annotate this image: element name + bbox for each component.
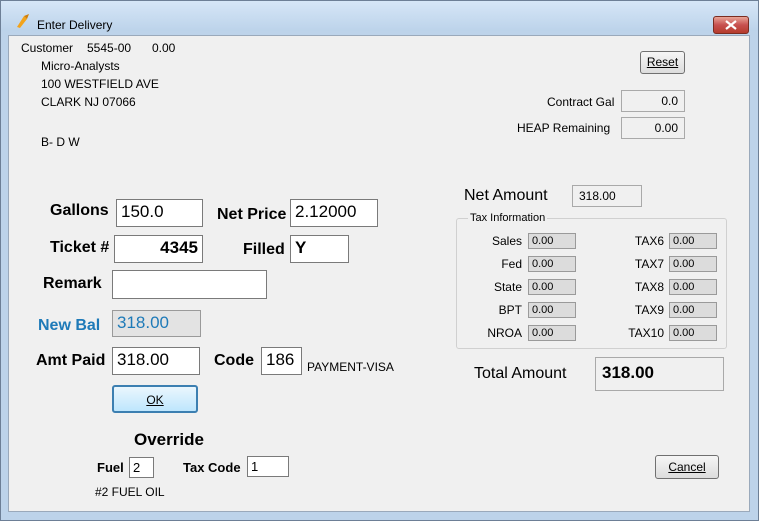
tax8-label: TAX8 [634, 280, 664, 294]
code-input[interactable]: 186 [261, 347, 302, 375]
net-amount-label: Net Amount [464, 187, 548, 204]
dialog-body: Customer 5545-00 0.00 Micro-Analysts 100… [8, 35, 750, 512]
net-price-input[interactable]: 2.12000 [290, 199, 378, 227]
new-bal-label: New Bal [38, 317, 101, 334]
net-price-label: Net Price [217, 206, 287, 223]
contract-gal-label: Contract Gal [547, 95, 615, 109]
amt-paid-input[interactable]: 318.00 [112, 347, 200, 375]
code-label: Code [214, 352, 254, 369]
override-title: Override [134, 430, 204, 449]
enter-delivery-window: Enter Delivery Customer 5545-00 0.00 Mic… [0, 0, 759, 521]
title-bar[interactable]: Enter Delivery [1, 1, 758, 34]
ticket-label: Ticket # [50, 239, 110, 256]
gallons-input[interactable]: 150.0 [116, 199, 203, 227]
override-tax-code-input[interactable]: 1 [247, 456, 289, 477]
heap-remaining-value: 0.00 [621, 117, 685, 139]
close-button[interactable] [713, 16, 749, 34]
customer-name: Micro-Analysts [41, 59, 120, 73]
tax8-value: 0.00 [669, 279, 717, 295]
ok-button[interactable]: OK [112, 385, 198, 413]
customer-balance: 0.00 [152, 41, 176, 55]
close-icon [725, 20, 737, 30]
customer-city: CLARK NJ 07066 [41, 95, 136, 109]
tax-fed-label: Fed [501, 257, 522, 271]
customer-code: B- D W [41, 135, 80, 149]
ticket-input[interactable]: 4345 [114, 235, 203, 263]
tax-sales-value: 0.00 [528, 233, 576, 249]
tax7-value: 0.00 [669, 256, 717, 272]
total-amount-label: Total Amount [474, 365, 567, 382]
cancel-button[interactable]: Cancel [655, 455, 719, 479]
override-fuel-label: Fuel [97, 460, 124, 475]
override-tax-code-label: Tax Code [183, 460, 241, 475]
net-amount-value: 318.00 [572, 185, 642, 207]
tax-nroa-label: NROA [487, 326, 522, 340]
customer-label: Customer [21, 41, 74, 55]
contract-gal-value: 0.0 [621, 90, 685, 112]
tax-state-value: 0.00 [528, 279, 576, 295]
window-title: Enter Delivery [37, 18, 113, 32]
tax-information-label: Tax Information [468, 212, 548, 224]
tax-bpt-value: 0.00 [528, 302, 576, 318]
total-amount-value: 318.00 [595, 357, 724, 391]
tax-state-label: State [493, 280, 522, 294]
customer-number: 5545-00 [87, 41, 132, 55]
reset-button[interactable]: Reset [640, 51, 685, 74]
remark-input[interactable] [112, 270, 267, 299]
filled-label: Filled [243, 241, 285, 258]
heap-remaining-label: HEAP Remaining [517, 121, 611, 135]
tax-nroa-value: 0.00 [528, 325, 576, 341]
tax6-value: 0.00 [669, 233, 717, 249]
tax10-label: TAX10 [628, 326, 664, 340]
gallons-label: Gallons [50, 202, 109, 219]
remark-label: Remark [43, 275, 102, 292]
tax10-value: 0.00 [669, 325, 717, 341]
filled-input[interactable]: Y [290, 235, 349, 263]
tax9-label: TAX9 [634, 303, 664, 317]
tax7-label: TAX7 [634, 257, 664, 271]
override-fuel-input[interactable]: 2 [129, 457, 154, 478]
customer-street: 100 WESTFIELD AVE [41, 77, 159, 91]
tax9-value: 0.00 [669, 302, 717, 318]
override-fuel-description: #2 FUEL OIL [95, 485, 165, 499]
tax-sales-label: Sales [491, 234, 522, 248]
new-bal-value: 318.00 [112, 310, 201, 337]
tax-bpt-label: BPT [498, 303, 522, 317]
tax-fed-value: 0.00 [528, 256, 576, 272]
tax6-label: TAX6 [634, 234, 664, 248]
app-icon [15, 13, 31, 29]
amt-paid-label: Amt Paid [36, 352, 106, 369]
code-description: PAYMENT-VISA [307, 360, 394, 374]
